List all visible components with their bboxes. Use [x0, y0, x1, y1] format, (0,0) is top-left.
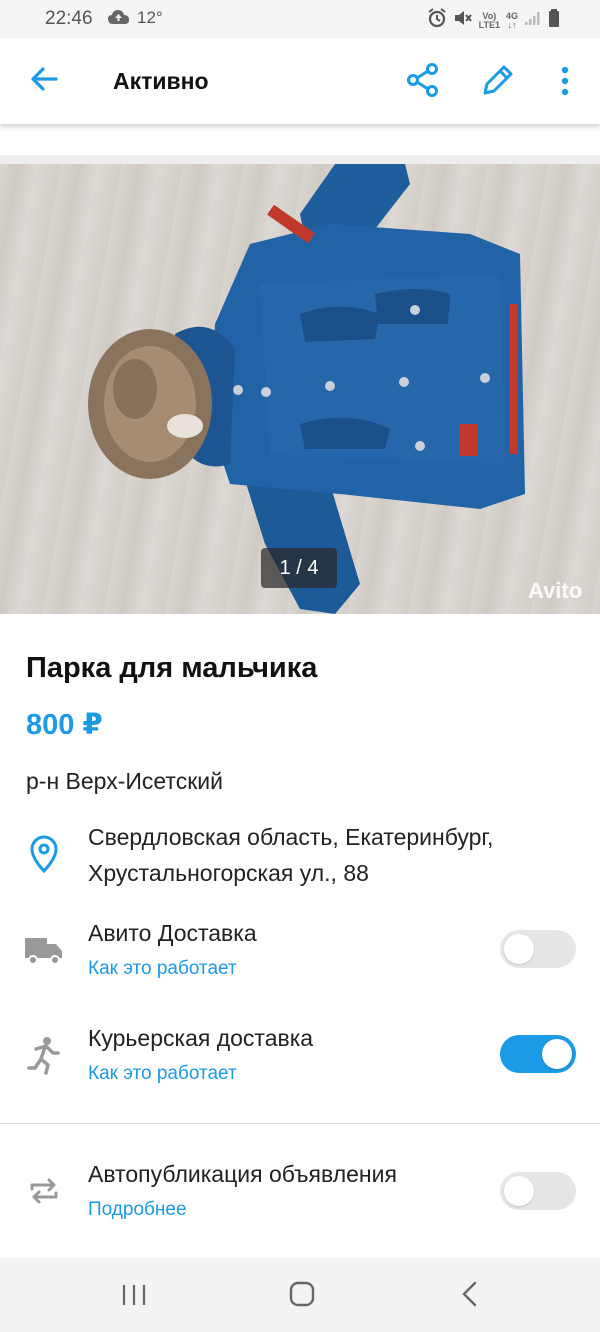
- avito-delivery-toggle[interactable]: [500, 930, 576, 968]
- section-separator: [0, 1123, 600, 1124]
- listing-district: р-н Верх-Исетский: [26, 768, 223, 794]
- courier-delivery-toggle[interactable]: [500, 1035, 576, 1073]
- arrow-left-icon[interactable]: [28, 62, 62, 96]
- courier-delivery-label: Курьерская доставка: [88, 1025, 314, 1051]
- system-nav-bar: [0, 1258, 600, 1332]
- more-vertical-icon[interactable]: [552, 62, 578, 98]
- cloud-upload-icon: [108, 9, 130, 31]
- listing-price: 800 ₽: [26, 709, 103, 741]
- signal-icon: [524, 10, 542, 32]
- photo-gallery[interactable]: Avito: [0, 164, 600, 614]
- courier-delivery-how-link[interactable]: Как это работает: [88, 1063, 237, 1085]
- location-pin-icon: [24, 834, 64, 874]
- alarm-icon: [427, 8, 447, 34]
- repeat-icon: [24, 1171, 64, 1211]
- truck-icon: [24, 930, 64, 970]
- app-bar: Активно: [0, 38, 600, 124]
- network-indicator: 4G ↓↑: [506, 12, 518, 30]
- jacket-photo: [88, 164, 525, 614]
- status-temperature: 12°: [137, 8, 163, 27]
- listing-address: Свердловская область, Екатеринбург, Хрус…: [88, 824, 494, 886]
- pencil-icon[interactable]: [480, 62, 516, 98]
- avito-delivery-how-link[interactable]: Как это работает: [88, 958, 237, 980]
- section-divider: [0, 155, 600, 164]
- avito-watermark: Avito: [528, 578, 583, 603]
- recents-icon[interactable]: [114, 1280, 154, 1310]
- photo-counter: 1 / 4: [261, 548, 337, 588]
- share-icon[interactable]: [405, 62, 441, 98]
- toggle-knob: [504, 934, 534, 964]
- network-bottom-text: ↓↑: [507, 20, 517, 30]
- volte-indicator: Vo) LTE1: [479, 12, 500, 30]
- autopublish-label: Автопубликация объявления: [88, 1161, 397, 1187]
- battery-icon: [548, 9, 560, 33]
- volte-bottom-text: LTE1: [478, 20, 500, 30]
- status-bar: 22:46 12° Vo) LTE1 4G ↓↑: [0, 0, 600, 38]
- page-title: Активно: [113, 68, 209, 94]
- toggle-knob: [542, 1039, 572, 1069]
- autopublish-toggle[interactable]: [500, 1172, 576, 1210]
- running-person-icon: [24, 1035, 64, 1075]
- toggle-knob: [504, 1176, 534, 1206]
- mute-icon: [453, 8, 473, 34]
- back-chevron-icon[interactable]: [450, 1280, 490, 1310]
- status-time: 22:46: [45, 8, 93, 29]
- autopublish-more-link[interactable]: Подробнее: [88, 1199, 187, 1221]
- home-icon[interactable]: [282, 1280, 322, 1310]
- status-icons: Vo) LTE1 4G ↓↑: [427, 8, 560, 34]
- avito-delivery-label: Авито Доставка: [88, 920, 257, 946]
- listing-title: Парка для мальчика: [26, 652, 318, 684]
